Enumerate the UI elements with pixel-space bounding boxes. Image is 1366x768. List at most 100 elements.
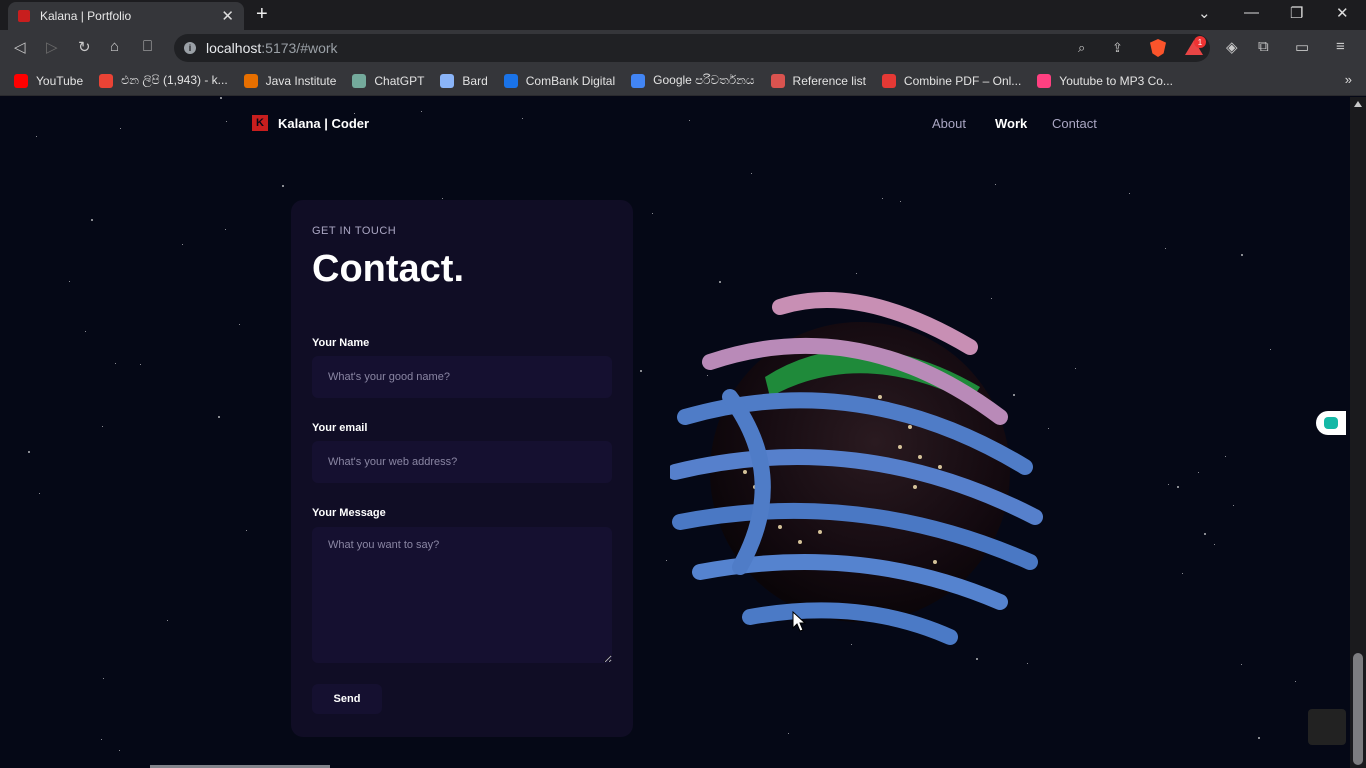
forward-arrow-icon[interactable]: ▷: [46, 38, 58, 56]
minimize-window-icon[interactable]: —: [1244, 4, 1259, 21]
star: [218, 416, 220, 418]
star: [101, 739, 102, 740]
scroll-up-icon[interactable]: [1354, 101, 1362, 107]
site-logo-text[interactable]: Kalana | Coder: [278, 116, 369, 131]
star: [1177, 486, 1179, 488]
url-path: :5173/#work: [261, 40, 338, 56]
bookmarks-bar: YouTube එන ලිපි (1,943) - k... Java Instit…: [0, 66, 1366, 96]
star: [976, 658, 978, 660]
bookmark-label: YouTube: [36, 73, 84, 88]
bookmarks-overflow-icon[interactable]: »: [1345, 72, 1352, 87]
bookmark-label: ComBank Digital: [525, 73, 616, 88]
bookmark-gmail[interactable]: එන ලිපි (1,943) - k...: [99, 73, 228, 88]
star: [1241, 664, 1242, 665]
email-input[interactable]: [312, 441, 612, 483]
bookmark-label: ChatGPT: [374, 73, 425, 88]
nav-link-contact[interactable]: Contact: [1052, 116, 1097, 131]
bookmark-reference[interactable]: Reference list: [770, 73, 866, 88]
message-label: Your Message: [312, 507, 386, 519]
logo-icon[interactable]: K: [252, 115, 268, 131]
bookmark-java[interactable]: Java Institute: [243, 73, 336, 88]
earth-globe-canvas[interactable]: [670, 277, 1050, 657]
star: [640, 370, 642, 372]
wallet-icon[interactable]: ▭: [1295, 38, 1309, 56]
star: [1075, 368, 1076, 369]
rewards-badge: 1: [1194, 36, 1206, 48]
star: [119, 750, 120, 751]
star: [85, 331, 86, 332]
star: [995, 184, 996, 185]
bookmark-label: එන ලිපි (1,943) - k...: [121, 73, 228, 87]
star: [28, 451, 30, 453]
star: [1027, 663, 1028, 664]
gmail-icon: [99, 73, 114, 88]
star: [39, 493, 40, 494]
extensions-puzzle-icon[interactable]: ⧉: [1258, 38, 1269, 55]
name-label: Your Name: [312, 337, 370, 349]
pdf-icon: [881, 73, 896, 88]
star: [239, 324, 240, 325]
bookmark-icon[interactable]: ⎕: [143, 38, 152, 55]
extension-icon[interactable]: ◈: [1226, 38, 1238, 56]
reference-icon: [770, 73, 785, 88]
bookmark-pdf[interactable]: Combine PDF – Onl...: [881, 73, 1022, 88]
star: [282, 185, 284, 187]
channel-watermark-icon: [1308, 709, 1346, 745]
name-input[interactable]: [312, 356, 612, 398]
site-info-icon[interactable]: i: [184, 42, 196, 54]
page-scrollbar[interactable]: [1350, 97, 1366, 768]
bookmark-mp3[interactable]: Youtube to MP3 Co...: [1037, 73, 1173, 88]
star: [1258, 737, 1260, 739]
chatgpt-icon: [352, 73, 367, 88]
site-favicon-icon: [18, 10, 30, 22]
send-button[interactable]: Send: [312, 684, 382, 714]
mouse-cursor-icon: [792, 611, 806, 632]
scroll-thumb[interactable]: [1353, 653, 1363, 765]
star: [69, 281, 70, 282]
star: [900, 201, 901, 202]
section-heading: Contact.: [312, 248, 464, 290]
star: [115, 363, 116, 364]
bookmark-label: Combine PDF – Onl...: [903, 73, 1022, 88]
home-icon[interactable]: ⌂: [110, 38, 119, 55]
reload-icon[interactable]: ↻: [78, 38, 91, 56]
floating-chat-icon[interactable]: [1316, 411, 1346, 435]
nav-link-about[interactable]: About: [932, 116, 966, 131]
bookmark-youtube[interactable]: YouTube: [14, 73, 84, 88]
bookmark-bard[interactable]: Bard: [440, 73, 488, 88]
bookmark-translate[interactable]: Google පරිවර්තනය: [631, 73, 755, 88]
star: [856, 273, 857, 274]
star: [751, 173, 752, 174]
restore-window-icon[interactable]: ❐: [1290, 4, 1303, 22]
star: [103, 678, 104, 679]
translate-icon: [631, 73, 646, 88]
star: [788, 733, 789, 734]
menu-icon[interactable]: ≡: [1336, 38, 1345, 55]
address-bar[interactable]: i localhost:5173/#work ⌕ ⇪: [174, 34, 1210, 62]
java-icon: [243, 73, 258, 88]
zoom-icon[interactable]: ⌕: [1078, 40, 1085, 56]
close-window-icon[interactable]: ✕: [1336, 4, 1349, 22]
new-tab-button[interactable]: +: [256, 3, 268, 26]
bard-icon: [440, 73, 455, 88]
contact-card: GET IN TOUCH Contact. Your Name Your ema…: [291, 200, 633, 737]
browser-tab[interactable]: Kalana | Portfolio ✕: [8, 2, 244, 30]
nav-link-work[interactable]: Work: [995, 116, 1027, 131]
share-icon[interactable]: ⇪: [1112, 40, 1123, 56]
tab-search-chevron-icon[interactable]: ⌄: [1198, 4, 1211, 22]
bookmark-combank[interactable]: ComBank Digital: [503, 73, 616, 88]
email-label: Your email: [312, 422, 368, 434]
bookmark-chatgpt[interactable]: ChatGPT: [352, 73, 425, 88]
star: [1295, 681, 1296, 682]
youtube-icon: [14, 73, 28, 88]
star: [182, 244, 183, 245]
close-tab-icon[interactable]: ✕: [221, 7, 234, 25]
url-host: localhost: [206, 40, 262, 56]
star: [882, 198, 883, 199]
back-arrow-icon[interactable]: ◁: [14, 38, 26, 56]
message-textarea[interactable]: [312, 527, 612, 663]
bookmark-label: Google පරිවර්තනය: [653, 73, 755, 87]
star: [225, 229, 226, 230]
star: [167, 620, 168, 621]
bookmark-label: Youtube to MP3 Co...: [1059, 73, 1173, 88]
